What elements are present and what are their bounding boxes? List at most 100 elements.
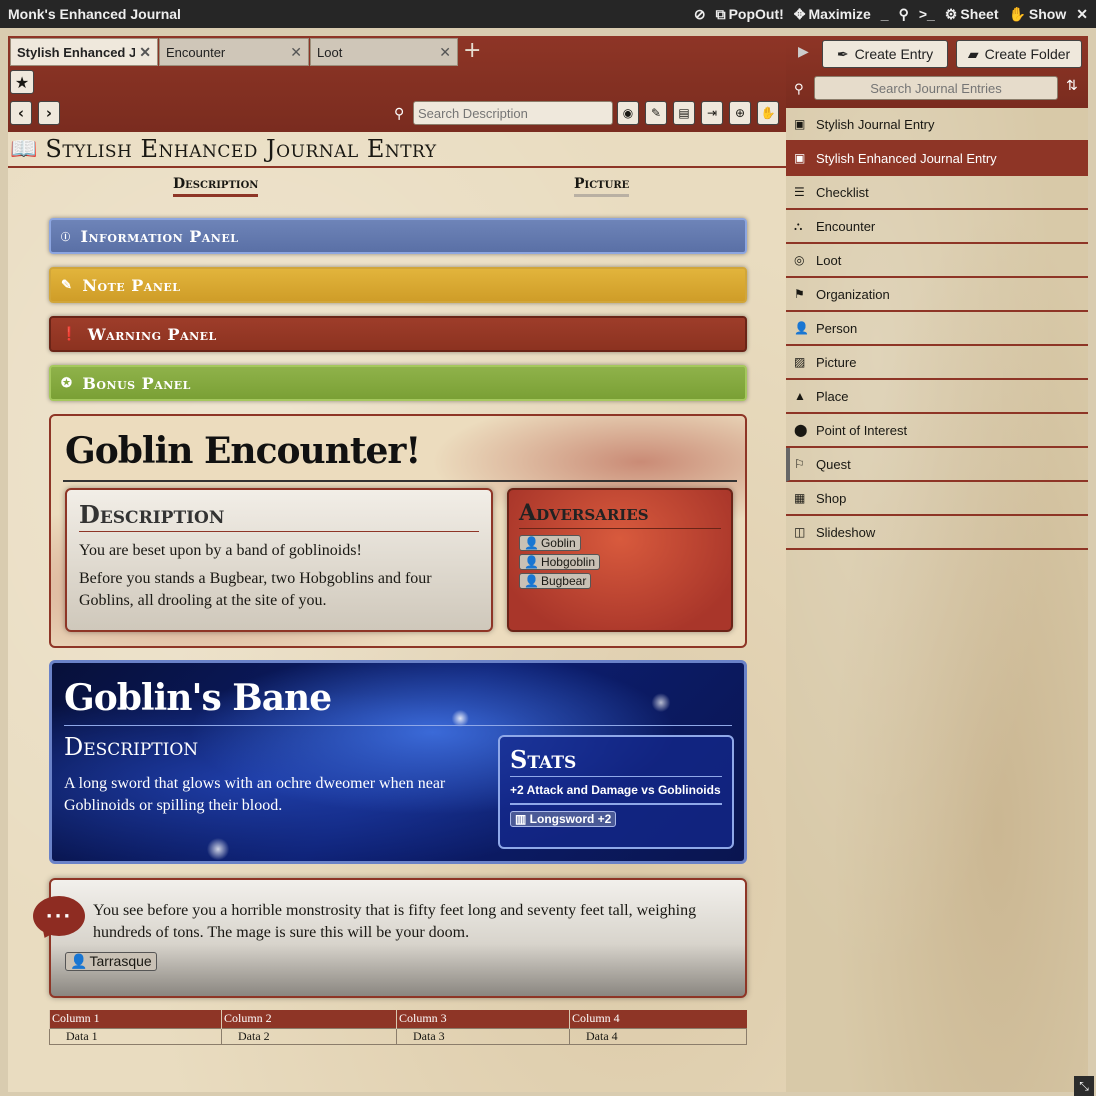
popout-button[interactable]: ⧉ PopOut! [716, 6, 784, 23]
entry-title[interactable]: Stylish Enhanced Journal Entry [45, 135, 436, 163]
encounter-title: Goblin Encounter! [65, 430, 421, 472]
note-panel: ✎ Note Panel [49, 267, 747, 303]
monster-read-aloud-text: You see before you a horrible monstrosit… [93, 902, 697, 941]
tab-close-icon[interactable]: ✕ [139, 44, 151, 61]
hand-button[interactable]: ✋ [757, 101, 779, 125]
tabs-bar: Stylish Enhanced Jo… ✕ Encounter ✕ Loot … [8, 36, 786, 132]
gear-icon: ⚙ [944, 5, 958, 22]
search-icon: ⚲ [394, 106, 405, 122]
subtab-picture[interactable]: Picture [574, 176, 630, 197]
sidebar-item-label: Place [816, 388, 849, 404]
folder-icon: ▰ [967, 45, 979, 62]
edit-button[interactable]: ✎ [645, 101, 667, 125]
actor-link-label: Hobgoblin [540, 555, 595, 569]
unlink-button[interactable]: ⊘ [694, 6, 706, 23]
sidebar-item-shop[interactable]: ▦ Shop [786, 482, 1088, 516]
table-header-cell: Column 4 [569, 1010, 747, 1028]
export-button[interactable]: ⇥ [701, 101, 723, 125]
sidebar-item-label: Checklist [816, 184, 869, 200]
table-cell: Data 3 [396, 1027, 570, 1045]
expand-icon: ✥ [793, 5, 806, 22]
actor-link-hobgoblin[interactable]: 👤 Hobgoblin [519, 554, 600, 570]
collapse-sidebar-icon[interactable]: ▶ [798, 44, 809, 60]
monster-read-aloud-block: ··· You see before you a horrible monstr… [33, 878, 747, 998]
bane-stats-heading: Stats [510, 745, 722, 777]
tab-loot[interactable]: Loot ✕ [310, 38, 458, 66]
sidebar-item-stylish-journal-entry[interactable]: ▣ Stylish Journal Entry [786, 108, 1088, 142]
sidebar-header: ▶ ✒ Create Entry ▰ Create Folder ⚲ ⇅ [786, 36, 1088, 108]
file-export-icon: ⇥ [706, 106, 718, 120]
eye-icon: ◉ [622, 106, 634, 120]
tab-encounter[interactable]: Encounter ✕ [159, 38, 309, 66]
book-icon: 📖 [10, 136, 38, 162]
sidebar-item-place[interactable]: ▲ Place [786, 380, 1088, 414]
item-link-longsword[interactable]: ▥ Longsword +2 [510, 811, 617, 827]
table-cell: Data 4 [569, 1027, 747, 1045]
terminal-icon: >_ [918, 6, 935, 22]
actor-link-goblin[interactable]: 👤 Goblin [519, 535, 581, 551]
window-titlebar[interactable]: Monk's Enhanced Journal ⊘ ⧉ PopOut! ✥ Maxi… [0, 0, 1096, 28]
search-icon: ⚲ [794, 82, 804, 97]
search-description-input[interactable] [413, 101, 613, 125]
show-to-players-button[interactable]: ◉ [617, 101, 639, 125]
sheet-button[interactable]: ⚙ Sheet [945, 6, 999, 23]
search-journal-input[interactable] [814, 76, 1058, 100]
create-entry-button[interactable]: ✒ Create Entry [822, 40, 948, 68]
warning-panel-title: Warning Panel [87, 324, 217, 344]
sidebar-item-slideshow[interactable]: ◫ Slideshow [786, 516, 1088, 550]
bane-title: Goblin's Bane [64, 677, 332, 719]
close-icon: ✕ [1076, 5, 1088, 22]
tab-stylish-enhanced[interactable]: Stylish Enhanced Jo… ✕ [10, 38, 158, 66]
sidebar-item-quest[interactable]: ⚐ Quest [786, 448, 1088, 482]
journal-content-pane: Stylish Enhanced Jo… ✕ Encounter ✕ Loot … [8, 36, 786, 1092]
actor-link-bugbear[interactable]: 👤 Bugbear [519, 573, 592, 589]
show-button[interactable]: ✋ Show [1008, 6, 1066, 23]
slideshow-icon: ◫ [794, 525, 806, 539]
sidebar-item-organization[interactable]: ⚑ Organization [786, 278, 1088, 312]
sort-icon[interactable]: ⇅ [1066, 78, 1078, 94]
book-icon: ▣ [794, 151, 806, 165]
adversaries-heading: Adversaries [519, 500, 721, 529]
sidebar-item-point-of-interest[interactable]: ⬤ Point of Interest [786, 414, 1088, 448]
sidebar-item-encounter[interactable]: ⛬ Encounter [786, 210, 1088, 244]
table-row: Data 1 Data 2 Data 3 Data 4 [49, 1027, 747, 1045]
encounter-description-box: Description You are beset upon by a band… [65, 488, 493, 632]
sidebar-item-label: Stylish Enhanced Journal Entry [816, 150, 997, 166]
bane-description: A long sword that glows with an ochre dw… [64, 775, 446, 814]
coins-icon: ◎ [794, 253, 805, 267]
user-icon: 👤 [70, 953, 88, 969]
sheet-label: Sheet [960, 6, 999, 22]
actor-link-label: Bugbear [540, 574, 587, 588]
sidebar-item-person[interactable]: 👤 Person [786, 312, 1088, 346]
sidebar-item-checklist[interactable]: ☰ Checklist [786, 176, 1088, 210]
forward-button[interactable]: › [38, 101, 60, 125]
minimize-button[interactable]: _ [881, 6, 889, 22]
add-tab-button[interactable]: + [463, 38, 481, 64]
clipboard-button[interactable]: ▤ [673, 101, 695, 125]
tab-label: Loot [317, 44, 343, 60]
subtab-description[interactable]: Description [173, 176, 259, 197]
actor-link-tarrasque[interactable]: 👤 Tarrasque [65, 952, 157, 971]
create-folder-button[interactable]: ▰ Create Folder [956, 40, 1082, 68]
terminal-button[interactable]: >_ [919, 6, 935, 22]
close-button[interactable]: ✕ [1076, 6, 1088, 23]
pencil-icon: ✎ [650, 106, 662, 120]
sidebar-item-stylish-enhanced-journal-entry[interactable]: ▣ Stylish Enhanced Journal Entry [786, 142, 1088, 176]
locate-button[interactable]: ⊕ [729, 101, 751, 125]
pin-button[interactable]: ⚲ [899, 6, 909, 23]
sidebar-item-picture[interactable]: ▨ Picture [786, 346, 1088, 380]
sidebar-item-loot[interactable]: ◎ Loot [786, 244, 1088, 278]
information-panel-title: Information Panel [80, 226, 239, 246]
tab-close-icon[interactable]: ✕ [439, 44, 451, 61]
encounter-description-p1: You are beset upon by a band of goblinoi… [79, 542, 362, 559]
window-resize-handle[interactable]: ⤡ [1074, 1076, 1094, 1096]
maximize-button[interactable]: ✥ Maximize [794, 6, 871, 23]
tab-close-icon[interactable]: ✕ [290, 44, 302, 61]
bane-description-heading: Description [64, 733, 199, 761]
bookmark-star-button[interactable]: ★ [10, 70, 34, 94]
map-pin-icon: ⬤ [794, 423, 808, 437]
bonus-panel-title: Bonus Panel [82, 373, 191, 393]
back-button[interactable]: ‹ [10, 101, 32, 125]
unlink-icon: ⊘ [693, 5, 706, 22]
pin-icon: ⚲ [898, 5, 909, 22]
